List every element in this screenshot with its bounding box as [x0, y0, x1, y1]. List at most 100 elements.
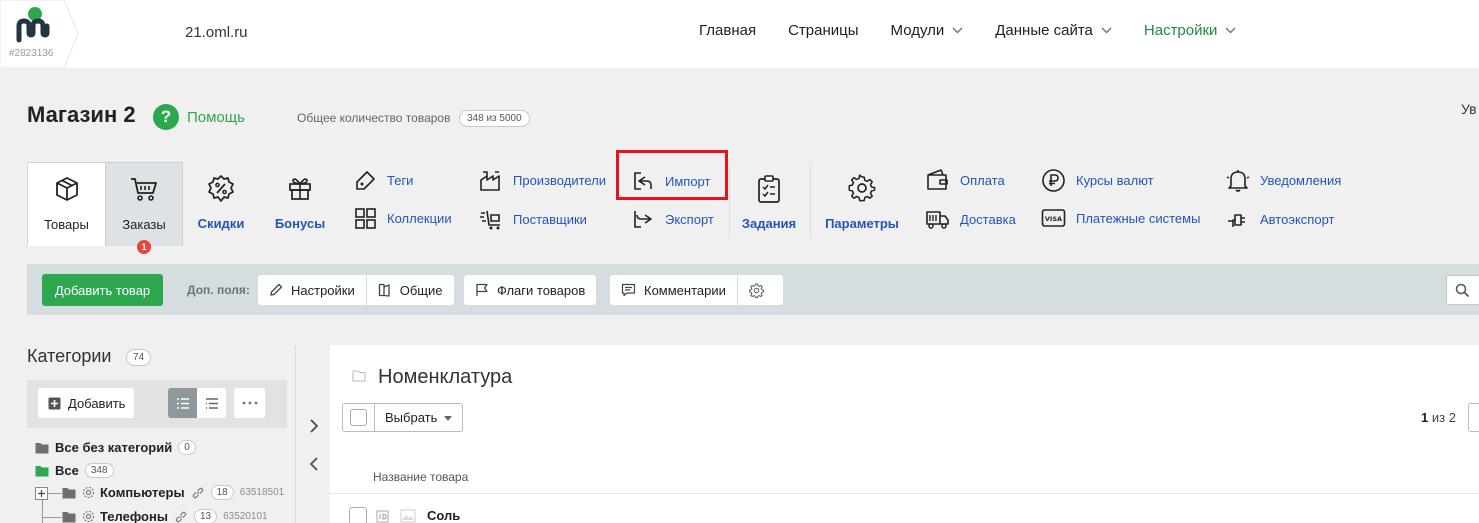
suppliers-link[interactable]: Поставщики — [479, 207, 587, 231]
pencil-icon — [270, 283, 283, 296]
currency-rates-link[interactable]: Курсы валют — [1041, 168, 1154, 193]
tab-tasks-label: Задания — [741, 216, 797, 231]
gear-icon — [83, 511, 94, 522]
nav-settings[interactable]: Настройки — [1144, 22, 1237, 39]
more-options-button[interactable] — [234, 388, 265, 418]
category-name: Телефоны — [100, 509, 168, 523]
total-products-label: Общее количество товаров — [297, 111, 451, 125]
tree-view-toggle[interactable] — [168, 388, 197, 418]
categories-title: Категории — [27, 346, 112, 366]
category-computers[interactable]: Компьютеры 18 63518501 — [62, 485, 284, 500]
category-uncategorized[interactable]: Все без категорий 0 — [35, 440, 196, 455]
add-product-button[interactable]: Добавить товар — [42, 274, 163, 306]
link-icon[interactable] — [191, 486, 205, 500]
notifications-label: Уведомления — [1260, 173, 1342, 188]
page-title: Магазин 2 — [27, 102, 136, 127]
page-input[interactable] — [1468, 403, 1479, 432]
tree-connector — [48, 493, 62, 494]
delivery-link[interactable]: Доставка — [925, 207, 1016, 231]
nav-site-data[interactable]: Данные сайта — [995, 22, 1112, 39]
cart-icon — [131, 178, 157, 201]
export-link[interactable]: Экспорт — [631, 207, 714, 231]
discount-badge-icon — [208, 175, 234, 202]
supplier-cart-icon — [480, 210, 500, 230]
comments-button[interactable]: Комментарии — [610, 275, 737, 305]
comments-settings-button[interactable] — [736, 275, 783, 305]
add-category-button[interactable]: Добавить — [38, 388, 134, 418]
box-icon — [55, 177, 78, 201]
column-header-name[interactable]: Название товара — [373, 470, 468, 484]
search-icon — [1455, 283, 1470, 298]
suppliers-label: Поставщики — [513, 211, 587, 227]
delivery-label: Доставка — [960, 211, 1016, 227]
nav-pages[interactable]: Страницы — [788, 22, 858, 39]
nav-site-data-label: Данные сайта — [995, 22, 1093, 39]
orders-count-badge: 1 — [137, 240, 151, 254]
nav-modules[interactable]: Модули — [891, 22, 964, 39]
extra-fields-label: Доп. поля: — [187, 283, 250, 297]
nav-home[interactable]: Главная — [699, 22, 756, 39]
row-checkbox[interactable] — [349, 507, 367, 523]
list-tree-icon — [176, 397, 189, 409]
nav-settings-label: Настройки — [1143, 22, 1218, 39]
collections-link[interactable]: Коллекции — [354, 207, 452, 230]
link-icon[interactable] — [174, 510, 188, 523]
help-button[interactable]: ? Помощь — [153, 104, 245, 130]
autoexport-link[interactable]: Автоэкспорт — [1226, 207, 1334, 231]
gear-icon — [83, 487, 94, 498]
tab-products[interactable]: Товары — [27, 162, 106, 246]
select-all-checkbox[interactable] — [342, 403, 375, 432]
autoexport-label: Автоэкспорт — [1260, 211, 1335, 227]
list-view-toggle[interactable] — [197, 388, 226, 418]
product-flags-label: Флаги товаров — [497, 282, 586, 298]
payment-systems-link[interactable]: VISA Платежные системы — [1041, 207, 1200, 229]
currency-rates-label: Курсы валют — [1076, 173, 1154, 188]
question-icon: ? — [153, 104, 179, 130]
product-id-icon — [376, 510, 389, 523]
gear-icon — [748, 282, 764, 298]
folder-outline-icon — [352, 370, 366, 382]
payment-label: Оплата — [960, 172, 1005, 188]
payment-link[interactable]: Оплата — [925, 168, 1005, 192]
common-fields-button[interactable]: Общие — [365, 275, 454, 305]
chevron-left-icon[interactable] — [305, 455, 323, 473]
product-flags-button[interactable]: Флаги товаров — [464, 275, 596, 305]
folder-icon — [35, 465, 49, 476]
category-all[interactable]: Все 348 — [35, 463, 114, 478]
tab-orders-label: Заказы — [122, 217, 166, 232]
chevron-down-icon — [1101, 27, 1112, 34]
search-input[interactable] — [1446, 275, 1479, 305]
gift-icon — [289, 178, 311, 200]
tab-bonuses[interactable]: Бонусы — [262, 162, 338, 246]
list-compact-icon — [205, 397, 218, 409]
product-name[interactable]: Соль — [427, 508, 460, 523]
bell-icon — [1226, 170, 1250, 192]
logo[interactable]: #2823136 — [0, 0, 80, 68]
manufacturers-link[interactable]: Производители — [479, 168, 606, 192]
category-count: 0 — [178, 440, 196, 455]
common-fields-label: Общие — [399, 282, 443, 298]
gear-icon — [848, 174, 876, 202]
flag-icon — [476, 283, 488, 296]
tags-link[interactable]: Теги — [354, 169, 413, 192]
tab-orders[interactable]: Заказы — [105, 162, 183, 246]
notifications-link[interactable]: Уведомления — [1226, 168, 1341, 193]
category-phones[interactable]: Телефоны 13 63520101 — [62, 509, 268, 523]
tree-connector — [42, 500, 43, 523]
tab-parameters[interactable]: Параметры — [822, 162, 902, 246]
top-bar: #2823136 21.oml.ru Главная Страницы Моду… — [0, 0, 1479, 68]
category-name: Все — [55, 463, 79, 478]
image-placeholder-icon — [400, 509, 416, 523]
factory-icon — [480, 171, 500, 191]
tag-icon — [356, 171, 375, 190]
tab-discounts[interactable]: Скидки — [183, 162, 259, 246]
tab-tasks[interactable]: Задания — [733, 162, 805, 246]
chevron-right-icon[interactable] — [305, 417, 323, 435]
site-domain[interactable]: 21.oml.ru — [185, 24, 248, 41]
folder-icon — [62, 487, 76, 498]
tab-products-label: Товары — [44, 217, 89, 232]
bulk-select-dropdown[interactable]: Выбрать — [375, 403, 463, 432]
expand-plus-icon[interactable] — [35, 487, 48, 500]
field-settings-button[interactable]: Настройки — [258, 275, 366, 305]
category-count: 13 — [193, 509, 218, 523]
